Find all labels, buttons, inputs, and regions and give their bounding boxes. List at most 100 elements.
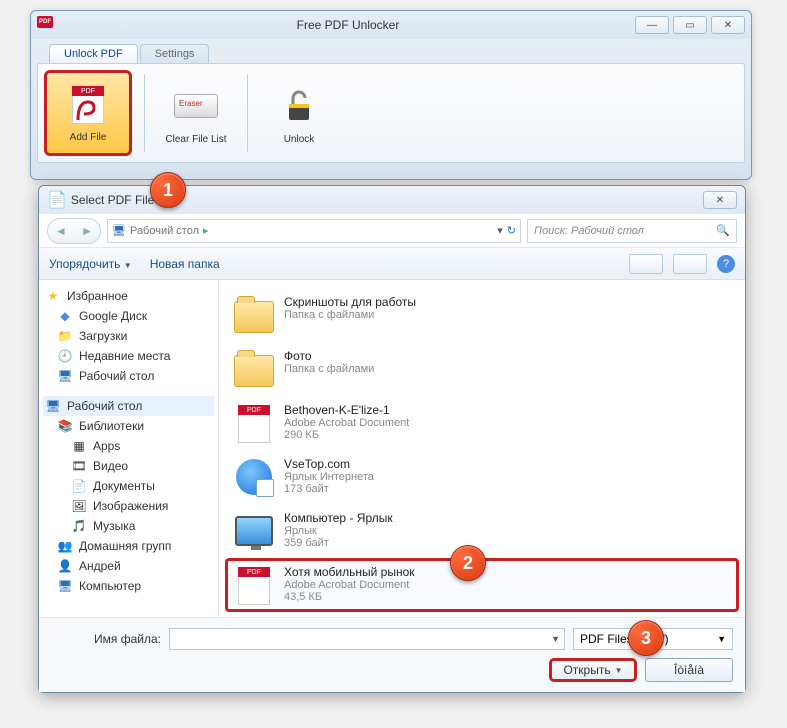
minimize-button[interactable]: — bbox=[635, 16, 669, 34]
main-window: PDF Free PDF Unlocker — ▭ ✕ Unlock PDF S… bbox=[30, 10, 752, 180]
unlock-button[interactable]: Unlock bbox=[260, 70, 338, 156]
add-file-label: Add File bbox=[70, 132, 107, 143]
file-dialog: 📄 Select PDF File ✕ ◄ ► 🖥 Рабочий стол ▸… bbox=[38, 185, 746, 693]
star-icon: ★ bbox=[45, 288, 61, 304]
search-input[interactable]: Поиск: Рабочий стол 🔍 bbox=[527, 219, 737, 243]
sidebar-item-music[interactable]: 🎵Музыка bbox=[43, 516, 214, 536]
file-item-url[interactable]: VseTop.comЯрлык Интернета173 байт bbox=[225, 450, 739, 504]
organize-menu[interactable]: Упорядочить ▼ bbox=[49, 257, 132, 271]
close-button[interactable]: ✕ bbox=[711, 16, 745, 34]
libraries-icon: 📚 bbox=[57, 418, 73, 434]
chevron-down-icon: ▼ bbox=[717, 634, 726, 644]
apps-icon: ▦ bbox=[71, 438, 87, 454]
ribbon: PDF Add File Clear File List Unlock bbox=[37, 63, 745, 163]
sidebar-user[interactable]: 👤Андрей bbox=[43, 556, 214, 576]
refresh-icon[interactable]: ↻ bbox=[507, 224, 516, 237]
sidebar-item-apps[interactable]: ▦Apps bbox=[43, 436, 214, 456]
filename-label: Имя файла: bbox=[51, 632, 161, 646]
documents-icon: 📄 bbox=[71, 478, 87, 494]
view-options-button[interactable] bbox=[629, 254, 663, 274]
tab-settings[interactable]: Settings bbox=[140, 44, 210, 63]
maximize-button[interactable]: ▭ bbox=[673, 16, 707, 34]
sidebar-item-google-drive[interactable]: ◆Google Диск bbox=[43, 306, 214, 326]
cancel-button[interactable]: Îòìåíà bbox=[645, 658, 733, 682]
window-title: Free PDF Unlocker bbox=[61, 18, 635, 32]
search-icon: 🔍 bbox=[716, 224, 730, 237]
sidebar-item-images[interactable]: 🖼Изображения bbox=[43, 496, 214, 516]
desktop-icon: 🖥 bbox=[112, 224, 126, 237]
music-icon: 🎵 bbox=[71, 518, 87, 534]
address-bar[interactable]: 🖥 Рабочий стол ▸ ▾ ↻ bbox=[107, 219, 521, 243]
dialog-title-bar: 📄 Select PDF File ✕ bbox=[39, 186, 745, 214]
search-placeholder: Поиск: Рабочий стол bbox=[534, 225, 644, 237]
filename-input[interactable]: ▼ bbox=[169, 628, 565, 650]
desktop-icon: 🖥 bbox=[57, 368, 73, 384]
back-button[interactable]: ◄ bbox=[48, 219, 74, 243]
file-item-pdf[interactable]: PDF Bethoven-K-E'lize-1Adobe Acrobat Doc… bbox=[225, 396, 739, 450]
folder-icon bbox=[234, 349, 274, 389]
ribbon-separator bbox=[144, 74, 145, 152]
new-folder-button[interactable]: Новая папка bbox=[150, 257, 220, 271]
sidebar-item-recent[interactable]: 🕘Недавние места bbox=[43, 346, 214, 366]
add-file-highlight: PDF Add File bbox=[44, 70, 132, 156]
sidebar-desktop[interactable]: 🖥Рабочий стол bbox=[43, 396, 214, 416]
chevron-down-icon: ▼ bbox=[615, 666, 623, 675]
adobe-icon bbox=[74, 96, 102, 124]
dialog-icon: 📄 bbox=[47, 190, 67, 210]
add-file-icon: PDF bbox=[64, 80, 112, 128]
app-icon: PDF bbox=[37, 16, 55, 34]
preview-pane-button[interactable] bbox=[673, 254, 707, 274]
ribbon-tabs: Unlock PDF Settings bbox=[31, 39, 751, 63]
clear-file-list-button[interactable]: Clear File List bbox=[157, 70, 235, 156]
chevron-down-icon: ▼ bbox=[551, 634, 560, 644]
recent-icon: 🕘 bbox=[57, 348, 73, 364]
dialog-close-button[interactable]: ✕ bbox=[703, 191, 737, 209]
video-icon: 🎞 bbox=[71, 458, 87, 474]
callout-1: 1 bbox=[150, 172, 186, 208]
eraser-icon bbox=[172, 82, 220, 130]
add-file-button[interactable]: PDF Add File bbox=[49, 75, 127, 148]
images-icon: 🖼 bbox=[71, 498, 87, 514]
title-bar: PDF Free PDF Unlocker — ▭ ✕ bbox=[31, 11, 751, 39]
sidebar-item-downloads[interactable]: 📁Загрузки bbox=[43, 326, 214, 346]
help-button[interactable]: ? bbox=[717, 255, 735, 273]
sidebar-computer[interactable]: 🖥Компьютер bbox=[43, 576, 214, 596]
clear-file-list-label: Clear File List bbox=[165, 134, 226, 145]
file-item-folder[interactable]: ФотоПапка с файлами bbox=[225, 342, 739, 396]
drive-icon: ◆ bbox=[57, 308, 73, 324]
pdf-icon: PDF bbox=[234, 403, 274, 443]
folder-icon: 📁 bbox=[57, 328, 73, 344]
nav-back-forward: ◄ ► bbox=[47, 218, 101, 244]
computer-icon: 🖥 bbox=[57, 578, 73, 594]
sidebar-libraries[interactable]: 📚Библиотеки bbox=[43, 416, 214, 436]
pdf-icon: PDF bbox=[234, 565, 274, 605]
dropdown-icon[interactable]: ▾ bbox=[497, 224, 503, 237]
sidebar: ★Избранное ◆Google Диск 📁Загрузки 🕘Недав… bbox=[39, 280, 219, 617]
file-item-folder[interactable]: Скриншоты для работыПапка с файлами bbox=[225, 288, 739, 342]
desktop-icon: 🖥 bbox=[45, 398, 61, 414]
lock-icon bbox=[275, 82, 323, 130]
sidebar-favorites[interactable]: ★Избранное bbox=[43, 286, 214, 306]
file-item-shortcut[interactable]: Компьютер - ЯрлыкЯрлык359 байт bbox=[225, 504, 739, 558]
homegroup-icon: 👥 bbox=[57, 538, 73, 554]
pdf-icon: PDF bbox=[37, 16, 53, 28]
chevron-down-icon: ▼ bbox=[124, 261, 132, 270]
breadcrumb: Рабочий стол bbox=[130, 225, 199, 237]
open-button[interactable]: Открыть▼ bbox=[549, 658, 637, 682]
forward-button[interactable]: ► bbox=[74, 219, 100, 243]
tab-unlock-pdf[interactable]: Unlock PDF bbox=[49, 44, 138, 63]
computer-shortcut-icon bbox=[234, 511, 274, 551]
folder-icon bbox=[234, 295, 274, 335]
callout-3: 3 bbox=[628, 620, 664, 656]
callout-2: 2 bbox=[450, 545, 486, 581]
sidebar-homegroup[interactable]: 👥Домашняя групп bbox=[43, 536, 214, 556]
dialog-toolbar: Упорядочить ▼ Новая папка ? bbox=[39, 248, 745, 280]
sidebar-item-documents[interactable]: 📄Документы bbox=[43, 476, 214, 496]
dialog-title: Select PDF File bbox=[71, 193, 154, 207]
unlock-label: Unlock bbox=[284, 134, 315, 145]
nav-row: ◄ ► 🖥 Рабочий стол ▸ ▾ ↻ Поиск: Рабочий … bbox=[39, 214, 745, 248]
sidebar-item-desktop-fav[interactable]: 🖥Рабочий стол bbox=[43, 366, 214, 386]
chevron-right-icon: ▸ bbox=[203, 224, 209, 237]
user-icon: 👤 bbox=[57, 558, 73, 574]
sidebar-item-video[interactable]: 🎞Видео bbox=[43, 456, 214, 476]
